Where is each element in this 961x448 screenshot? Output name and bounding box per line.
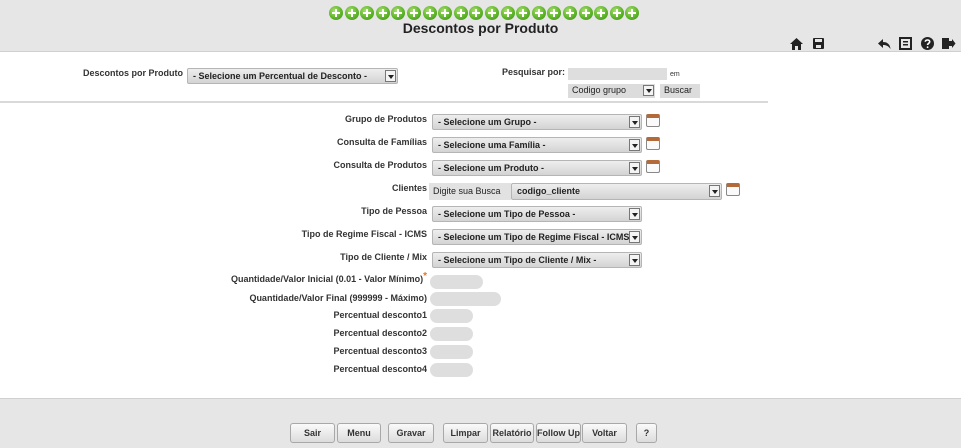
plus-icon[interactable] <box>360 6 375 20</box>
lookup-icon[interactable] <box>646 137 660 150</box>
chevron-down-icon <box>385 70 396 82</box>
home-icon[interactable] <box>789 36 804 51</box>
lookup-icon[interactable] <box>646 160 660 173</box>
plus-icon[interactable] <box>406 6 421 20</box>
chevron-down-icon <box>629 208 640 220</box>
search-by-label: Pesquisar por: <box>502 67 566 77</box>
exit-icon[interactable] <box>941 36 956 51</box>
em-label: em <box>670 71 680 78</box>
families-label: Consulta de Famílias <box>336 137 427 147</box>
plus-icon[interactable] <box>391 6 406 20</box>
lookup-icon[interactable] <box>646 114 660 127</box>
section-divider <box>0 101 768 103</box>
search-input[interactable] <box>568 68 667 80</box>
footer-bar: Sair Menu Gravar Limpar Relatório Follow… <box>0 398 961 448</box>
plus-icon[interactable] <box>562 6 577 20</box>
discount1-label: Percentual desconto1 <box>333 310 427 320</box>
discount4-label: Percentual desconto4 <box>333 364 427 374</box>
client-field-value: codigo_cliente <box>517 186 581 196</box>
final-quantity-label: Quantidade/Valor Final (999999 - Máximo) <box>249 293 427 303</box>
tax-regime-label: Tipo de Regime Fiscal - ICMS <box>301 229 427 239</box>
back-button[interactable]: Voltar <box>582 423 627 443</box>
plus-icon[interactable] <box>578 6 593 20</box>
discount-percentage-select[interactable]: - Selecione um Percentual de Desconto - <box>187 68 398 84</box>
lookup-icon[interactable] <box>726 183 740 196</box>
plus-icon[interactable] <box>453 6 468 20</box>
plus-icon[interactable] <box>469 6 484 20</box>
quick-add-toolbar <box>329 6 640 20</box>
chevron-down-icon <box>629 254 640 266</box>
families-select[interactable]: - Selecione uma Família - <box>432 137 642 153</box>
plus-icon[interactable] <box>484 6 499 20</box>
person-type-select[interactable]: - Selecione um Tipo de Pessoa - <box>432 206 642 222</box>
chevron-down-icon <box>629 162 640 174</box>
discount2-input[interactable] <box>430 327 473 341</box>
discount-percentage-value: - Selecione um Percentual de Desconto - <box>193 71 368 81</box>
search-field-select[interactable]: Codigo grupo <box>568 84 655 98</box>
app-window: Descontos por Produto Descontos por Prod… <box>0 0 961 448</box>
client-type-select[interactable]: - Selecione um Tipo de Cliente / Mix - <box>432 252 642 268</box>
report-button[interactable]: Relatório <box>490 423 534 443</box>
plus-icon[interactable] <box>609 6 624 20</box>
save-button[interactable]: Gravar <box>388 423 434 443</box>
follow-up-button[interactable]: Follow Up <box>536 423 581 443</box>
save-icon[interactable] <box>811 36 826 51</box>
exit-button[interactable]: Sair <box>290 423 335 443</box>
person-type-value: - Selecione um Tipo de Pessoa - <box>438 209 576 219</box>
person-type-label: Tipo de Pessoa <box>361 206 427 216</box>
discount-filter-label: Descontos por Produto <box>83 68 184 78</box>
menu-button[interactable]: Menu <box>337 423 381 443</box>
required-mark: * <box>423 271 427 282</box>
plus-icon[interactable] <box>625 6 640 20</box>
plus-icon[interactable] <box>547 6 562 20</box>
plus-icon[interactable] <box>344 6 359 20</box>
chevron-down-icon <box>629 231 640 243</box>
discount1-input[interactable] <box>430 309 473 323</box>
families-value: - Selecione uma Família - <box>438 140 546 150</box>
chevron-down-icon <box>629 116 640 128</box>
products-label: Consulta de Produtos <box>333 160 427 170</box>
plus-icon[interactable] <box>594 6 609 20</box>
client-type-value: - Selecione um Tipo de Cliente / Mix - <box>438 255 597 265</box>
plus-icon[interactable] <box>329 6 343 20</box>
plus-icon[interactable] <box>375 6 390 20</box>
search-field-value: Codigo grupo <box>572 85 627 95</box>
client-type-label: Tipo de Cliente / Mix <box>340 252 427 262</box>
plus-icon[interactable] <box>438 6 453 20</box>
chevron-down-icon <box>643 85 654 96</box>
tax-regime-select[interactable]: - Selecione um Tipo de Regime Fiscal - I… <box>432 229 642 245</box>
product-group-value: - Selecione um Grupo - <box>438 117 537 127</box>
product-group-select[interactable]: - Selecione um Grupo - <box>432 114 642 130</box>
client-field-select[interactable]: codigo_cliente <box>511 183 722 200</box>
plus-icon[interactable] <box>500 6 515 20</box>
clients-label: Clientes <box>391 183 427 193</box>
tax-regime-value: - Selecione um Tipo de Regime Fiscal - I… <box>438 232 635 242</box>
chevron-down-icon <box>709 185 720 197</box>
product-group-label: Grupo de Produtos <box>345 114 427 124</box>
discount3-input[interactable] <box>430 345 473 359</box>
back-arrow-icon[interactable] <box>877 36 892 51</box>
products-select[interactable]: - Selecione um Produto - <box>432 160 642 176</box>
discount4-input[interactable] <box>430 363 473 377</box>
help-icon[interactable] <box>920 36 935 51</box>
chevron-down-icon <box>629 139 640 151</box>
report-icon[interactable] <box>898 36 913 51</box>
plus-icon[interactable] <box>422 6 437 20</box>
page-title: Descontos por Produto <box>402 20 559 36</box>
clear-button[interactable]: Limpar <box>443 423 488 443</box>
search-button[interactable]: Buscar <box>660 84 700 98</box>
header-bar: Descontos por Produto <box>0 0 961 52</box>
final-quantity-input[interactable] <box>430 292 501 306</box>
help-button[interactable]: ? <box>636 423 657 443</box>
plus-icon[interactable] <box>516 6 531 20</box>
initial-quantity-label: Quantidade/Valor Inicial (0.01 - Valor M… <box>231 271 427 285</box>
initial-quantity-text: Quantidade/Valor Inicial (0.01 - Valor M… <box>231 274 424 284</box>
initial-quantity-input[interactable] <box>430 275 483 289</box>
products-value: - Selecione um Produto - <box>438 163 545 173</box>
client-search-button[interactable]: Digite sua Busca <box>429 183 511 200</box>
discount3-label: Percentual desconto3 <box>333 346 427 356</box>
plus-icon[interactable] <box>531 6 546 20</box>
discount2-label: Percentual desconto2 <box>333 328 427 338</box>
